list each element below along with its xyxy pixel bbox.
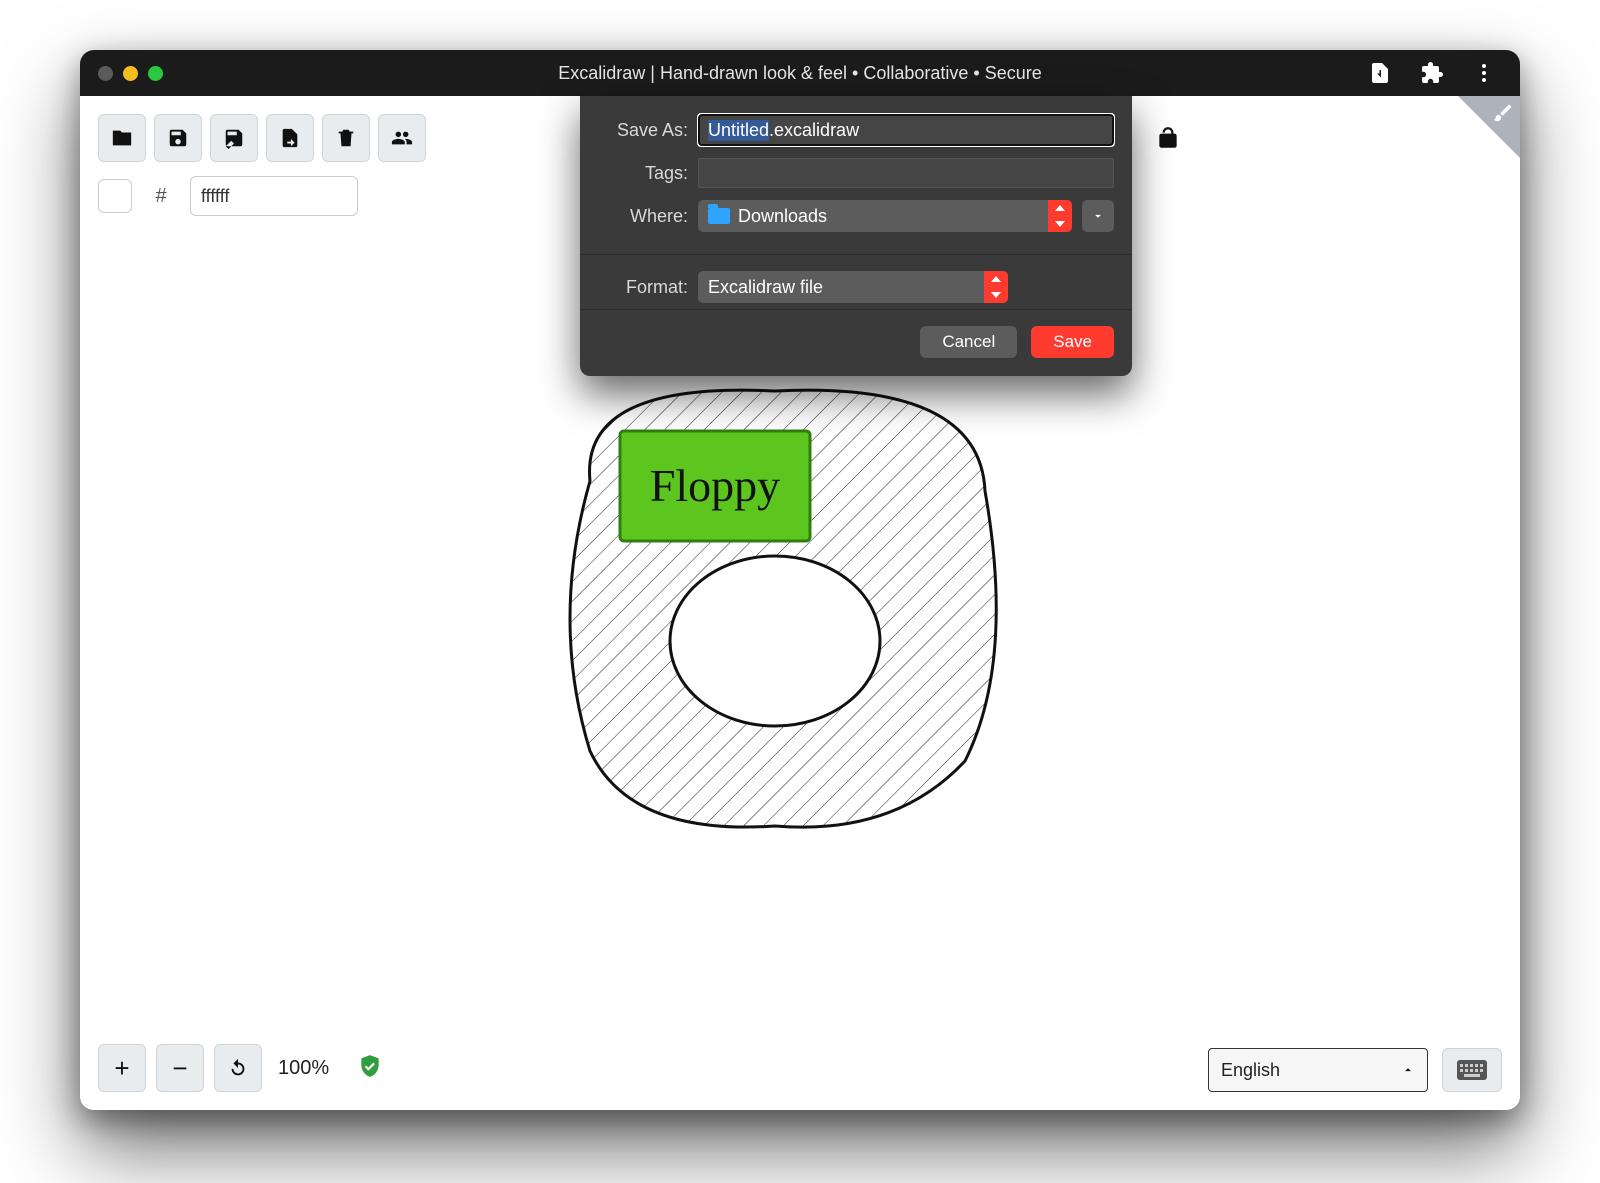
background-swatch[interactable]: [98, 179, 132, 213]
save-as-label: Save As:: [598, 120, 698, 141]
keyboard-button[interactable]: [1442, 1048, 1502, 1092]
collaborate-button[interactable]: [378, 114, 426, 162]
save-button[interactable]: Save: [1031, 326, 1114, 358]
trash-button[interactable]: [322, 114, 370, 162]
where-select[interactable]: Downloads: [698, 200, 1072, 232]
export-button[interactable]: [266, 114, 314, 162]
chevron-up-icon: [1401, 1063, 1415, 1077]
zoom-out-button[interactable]: −: [156, 1044, 204, 1092]
lock-icon[interactable]: [1144, 114, 1192, 162]
stepper-icon: [1048, 200, 1072, 232]
close-window-icon[interactable]: [98, 66, 113, 81]
download-icon[interactable]: [1368, 61, 1392, 85]
minimize-window-icon[interactable]: [123, 66, 138, 81]
browser-window: Excalidraw | Hand-drawn look & feel • Co…: [80, 50, 1520, 1110]
zoom-controls: + − 100%: [98, 1044, 383, 1092]
cancel-button[interactable]: Cancel: [920, 326, 1017, 358]
brush-icon: [1492, 102, 1514, 129]
bottom-right-controls: English: [1208, 1048, 1502, 1092]
filename-input[interactable]: [698, 114, 1114, 146]
save-button[interactable]: [154, 114, 202, 162]
kebab-menu-icon[interactable]: [1472, 61, 1496, 85]
open-button[interactable]: [98, 114, 146, 162]
fullscreen-window-icon[interactable]: [148, 66, 163, 81]
extension-icon[interactable]: [1420, 61, 1444, 85]
language-value: English: [1221, 1060, 1280, 1081]
tags-label: Tags:: [598, 163, 698, 184]
format-label: Format:: [598, 277, 698, 298]
format-select[interactable]: Excalidraw file: [698, 271, 1008, 303]
window-title: Excalidraw | Hand-drawn look & feel • Co…: [80, 63, 1520, 84]
save-edit-button[interactable]: [210, 114, 258, 162]
zoom-in-button[interactable]: +: [98, 1044, 146, 1092]
drawing-label: Floppy: [650, 460, 780, 511]
where-label: Where:: [598, 206, 698, 227]
canvas-drawing: Floppy: [535, 361, 1015, 846]
file-toolbar: #: [98, 114, 426, 216]
titlebar: Excalidraw | Hand-drawn look & feel • Co…: [80, 50, 1520, 96]
shield-icon[interactable]: [357, 1053, 383, 1084]
format-value: Excalidraw file: [708, 277, 823, 298]
tags-input[interactable]: [698, 158, 1114, 188]
window-controls: [80, 66, 163, 81]
language-select[interactable]: English: [1208, 1048, 1428, 1092]
zoom-level: 100%: [278, 1057, 329, 1080]
save-dialog: Save As: Tags: Where: Downloads: [580, 96, 1132, 376]
stepper-icon: [984, 271, 1008, 303]
expand-button[interactable]: [1082, 200, 1114, 232]
reset-zoom-button[interactable]: [214, 1044, 262, 1092]
folder-icon: [708, 208, 730, 224]
hash-symbol: #: [142, 177, 180, 215]
background-hex-input[interactable]: [190, 176, 358, 216]
where-value: Downloads: [738, 206, 827, 227]
